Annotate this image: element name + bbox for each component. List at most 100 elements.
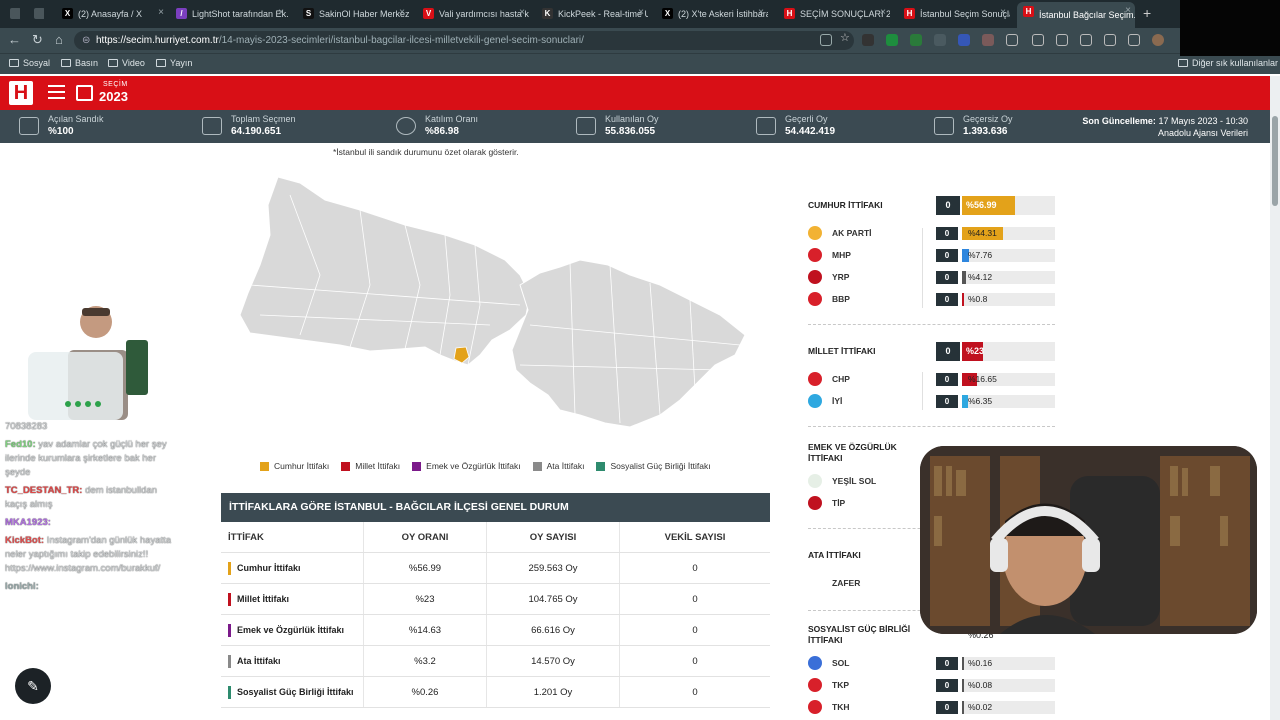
browser-tab[interactable]: S SakinOl Haber Merkezi × [297,4,409,24]
party-row-mhp[interactable]: MHP [808,248,851,262]
tab-favicon-icon: V [423,8,434,19]
back-button[interactable]: ← [8,33,21,47]
tab-close-icon[interactable]: × [638,7,644,18]
folder-icon [108,59,118,67]
extension-icon-5[interactable] [958,34,970,46]
profile-avatar[interactable] [1152,34,1164,46]
address-bar[interactable]: ⊜ https://secim.hurriyet.com.tr/14-mayis… [74,31,854,50]
pie-chart-icon [396,117,416,135]
browser-tab[interactable]: H SEÇİM SONUÇLARI 2023...× [778,4,890,24]
tab-close-icon[interactable]: × [880,7,886,18]
tab-title: LightShot tarafından Ek... [192,9,288,19]
extension-icon-3[interactable] [910,34,922,46]
envelope-check-icon [756,117,776,135]
extensions-menu-icon[interactable] [1006,34,1018,46]
alliance-color-marker [228,561,231,575]
browser-essentials-icon[interactable] [1104,34,1116,46]
party-vote-bar-fill [962,679,964,692]
tab-close-icon[interactable]: × [278,7,284,18]
istanbul-district-map[interactable] [230,165,760,450]
party-row-tip[interactable]: TİP [808,496,845,510]
party-vote-pct: %7.76 [968,250,993,260]
site-info-icon[interactable]: ⊜ [82,31,90,50]
alliance-title-ata: ATA İTTİFAKI [808,550,861,560]
reload-button[interactable]: ↻ [32,33,43,47]
favorites-icon[interactable] [1056,34,1068,46]
party-row-yrp[interactable]: YRP [808,270,849,284]
browser-tab[interactable]: / LightShot tarafından Ek... × [170,4,288,24]
cell-vote-count: 66.616 Oy [487,615,620,645]
legend-swatch [341,461,351,471]
browser-tab[interactable]: X (2) Anasayfa / X × [56,4,168,24]
party-row-sol[interactable]: SOL [808,656,849,670]
extension-icon-6[interactable] [982,34,994,46]
brand-year: 2023 [99,89,128,104]
tab-close-icon[interactable]: × [1000,7,1006,18]
tab-title: KickPeek - Real-time Ul... [558,9,648,19]
collections-icon[interactable] [1080,34,1092,46]
party-seat-count: 0 [936,373,958,386]
party-row-akp[interactable]: AK PARTİ [808,226,872,240]
alliance-color-marker [228,592,231,606]
pen-tool-button[interactable]: ✎ [15,668,51,704]
party-row-bbp[interactable]: BBP [808,292,850,306]
party-row-tkh[interactable]: TKH [808,700,849,714]
tab-close-icon[interactable]: × [519,7,525,18]
ballot-box-icon [576,117,596,135]
tab-actions-icon[interactable] [4,4,20,24]
party-name: YEŞİL SOL [832,476,877,486]
alliance-vote-pct: %23 [966,346,985,356]
party-name: TKP [832,680,849,690]
favorite-star-icon[interactable]: ☆ [840,31,852,44]
cell-vote-rate: %23 [364,584,487,614]
extension-icon-2[interactable] [886,34,898,46]
tab-favicon-icon: / [176,8,187,19]
bookmark-folder-video[interactable]: Video [108,58,145,68]
tab-favicon-icon: H [1023,6,1034,17]
extension-icon-4[interactable] [934,34,946,46]
menu-icon[interactable] [48,85,65,103]
party-name: YRP [832,272,850,282]
settings-icon[interactable] [1128,34,1140,46]
split-screen-icon[interactable] [1032,34,1044,46]
tab-favicon-icon: K [542,8,553,19]
browser-tab[interactable]: H İstanbul Bağcılar Seçim... × [1017,2,1135,28]
tab-close-icon[interactable]: × [1125,5,1131,16]
party-row-zafer[interactable]: ZAFER [808,576,860,590]
browser-tab[interactable]: K KickPeek - Real-time Ul...× [536,4,648,24]
bookmark-folder-yayin[interactable]: Yayın [156,58,192,68]
stats-bar: Açılan Sandık %100 Toplam Seçmen 64.190.65… [0,110,1270,143]
party-name: SOL [832,658,850,668]
tab-close-icon[interactable]: × [158,7,164,18]
party-vote-bar-fill [962,657,964,670]
new-tab-button[interactable]: + [1143,5,1151,21]
tab-workspace-icon[interactable] [28,4,44,24]
map-note: *İstanbul ili sandık durumunu özet olara… [333,147,519,157]
tab-close-icon[interactable]: × [399,7,405,18]
party-vote-bar: %4.12 [962,271,1055,284]
party-row-iyi[interactable]: İYİ [808,394,842,408]
tkh-logo-icon [808,700,822,714]
party-vote-pct: %44.31 [968,228,997,238]
party-row-tkp[interactable]: TKP [808,678,849,692]
party-seat-count: 0 [936,679,958,692]
browser-tab[interactable]: V Vali yardımcısı hasta kılı...× [417,4,529,24]
home-button[interactable]: ⌂ [55,33,63,47]
scrollbar-thumb[interactable] [1272,116,1278,206]
party-row-ysp[interactable]: YEŞİL SOL [808,474,876,488]
alliance-name: Millet İttifakı [237,594,290,604]
reader-mode-icon[interactable] [820,34,832,46]
browser-tab[interactable]: H İstanbul Seçim Sonuçla...× [898,4,1010,24]
page-scrollbar[interactable] [1270,76,1280,720]
browser-tab[interactable]: X (2) X'te Askeri İstihbara...× [656,4,768,24]
alliance-title-sosyalist: SOSYALİST GÜÇ BİRLİĞİ İTTİFAKI [808,624,911,645]
bookmark-folder-other[interactable]: Diğer sık kullanılanlar [1178,58,1278,68]
extension-icon-1[interactable] [862,34,874,46]
party-seat-count: 0 [936,701,958,714]
bookmark-folder-basin[interactable]: Basın [61,58,98,68]
party-row-chp[interactable]: CHP [808,372,850,386]
bookmark-folder-sosyal[interactable]: Sosyal [9,58,50,68]
cell-vote-count: 1.201 Oy [487,677,620,707]
hurriyet-logo[interactable]: H [9,81,33,105]
tab-close-icon[interactable]: × [758,7,764,18]
